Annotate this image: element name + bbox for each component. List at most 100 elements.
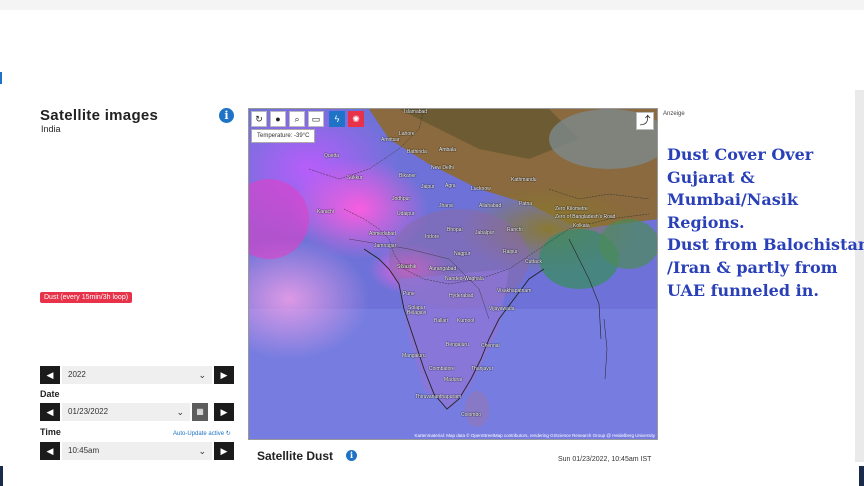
city-label: Nagpur	[454, 251, 471, 257]
city-label: Nanded-Waghala	[445, 276, 484, 282]
top-bar-strip	[0, 0, 864, 10]
city-label: Thanjavur	[471, 366, 494, 372]
chevron-down-icon: ⌄	[176, 407, 184, 417]
year-value: 2022	[68, 370, 86, 379]
time-prev-button[interactable]: ◀	[40, 442, 60, 460]
date-value: 01/23/2022	[68, 407, 109, 416]
bottom-accent-left	[0, 466, 3, 486]
city-label: Bengaluru	[446, 342, 469, 348]
city-label: Udaipur	[397, 211, 415, 217]
chevron-down-icon: ⌄	[198, 370, 206, 380]
temperature-readout: Temperature: -39°C	[251, 129, 316, 143]
city-label: Kurnool	[457, 318, 475, 324]
date-next-button[interactable]: ▶	[214, 403, 234, 421]
map-timestamp: Sun 01/23/2022, 10:45am IST	[558, 456, 652, 463]
side-accent	[0, 72, 2, 84]
zoom-icon[interactable]: ⌕	[289, 111, 305, 127]
city-label: Patna	[519, 201, 533, 207]
time-selector-row: ◀ 10:45am ⌄ ▶	[40, 442, 234, 460]
city-label: Bhopal	[447, 227, 463, 233]
year-selector-row: ◀ 2022 ⌄ ▶	[40, 366, 234, 384]
scrollbar[interactable]	[855, 90, 864, 462]
city-label: Jodhpur	[392, 196, 411, 202]
city-label: Jamnagar	[374, 243, 397, 249]
bottom-accent-right	[859, 466, 864, 486]
city-label: Hyderabad	[449, 293, 474, 299]
info-icon[interactable]: i	[346, 450, 357, 461]
annotation-line: Dust Cover Over	[667, 145, 814, 164]
auto-update-label: Auto-Update active	[173, 431, 225, 437]
time-label: Time	[40, 427, 61, 437]
city-label: Ahmedabad	[369, 231, 396, 237]
city-label: Jaipur	[421, 184, 435, 190]
city-label: Bathinda	[407, 149, 427, 155]
city-label: Agra	[445, 183, 456, 189]
city-label: Indore	[425, 234, 440, 240]
city-label: Thiruvananthapuram	[415, 394, 462, 400]
lightning-icon[interactable]: ϟ	[329, 111, 345, 127]
city-label: Vijayawada	[489, 306, 515, 312]
city-label: Bikaner	[399, 173, 416, 179]
auto-update-toggle[interactable]: Auto-Update active ↻	[173, 430, 231, 437]
city-label: Visakhapatnam	[497, 288, 532, 294]
page-title: Satellite images	[40, 107, 159, 124]
year-select[interactable]: 2022 ⌄	[62, 366, 212, 384]
layer-badge[interactable]: Dust (every 15min/3h loop)	[40, 292, 133, 303]
city-label: Kathmandu	[511, 177, 537, 183]
city-label: Raipur	[503, 249, 518, 255]
year-next-button[interactable]: ▶	[214, 366, 234, 384]
annotation-line: /Iran & partly from	[667, 257, 838, 277]
city-label: Ballari	[434, 318, 448, 324]
city-label: Jabalpur	[475, 230, 495, 236]
city-label: Chennai	[481, 343, 500, 349]
satellite-map[interactable]: ↻ ● ⌕ ▭ ϟ ✺ Temperature: -39°C ⤴ Islamab…	[248, 108, 658, 440]
city-label: Islamabad	[404, 109, 428, 115]
date-select[interactable]: 01/23/2022 ⌄	[62, 403, 190, 421]
location-pin-icon[interactable]: ●	[270, 111, 286, 127]
city-label: Allahabad	[479, 203, 502, 209]
date-prev-button[interactable]: ◀	[40, 403, 60, 421]
annotation-line: Mumbai/Nasik	[667, 190, 798, 210]
city-label: Jhansi	[439, 203, 454, 209]
highlight-label: Zero Kilometre	[555, 206, 588, 212]
city-label: Sukkur	[347, 175, 363, 181]
refresh-icon: ↻	[225, 431, 231, 437]
city-label: Madurai	[444, 377, 463, 383]
city-label: Pune	[403, 291, 415, 297]
info-icon[interactable]: i	[219, 108, 234, 123]
city-label: Coimbatore	[429, 366, 455, 372]
city-label: Lucknow	[471, 186, 491, 192]
city-label: Lahore	[399, 131, 415, 137]
share-icon[interactable]: ⤴	[636, 112, 654, 130]
city-label: Mangaluru	[402, 353, 426, 359]
annotation-line: Regions.	[667, 212, 745, 232]
city-label: Quetta	[324, 153, 340, 159]
time-select[interactable]: 10:45am ⌄	[62, 442, 212, 460]
city-label: Aurangabad	[429, 266, 457, 272]
ruler-icon[interactable]: ▭	[308, 111, 324, 127]
map-attribution: Kartenmaterial: Map data © OpenStreetMap…	[414, 433, 656, 438]
annotation-line: Gujarat &	[667, 167, 755, 187]
city-label: Cuttack	[525, 259, 542, 265]
date-label: Date	[40, 389, 60, 399]
annotation-text: Dust Cover Over Gujarat & Mumbai/Nasik R…	[667, 144, 864, 302]
city-label: Ambala	[439, 147, 456, 153]
chevron-down-icon: ⌄	[198, 446, 206, 456]
annotation-line: UAE funneled in.	[667, 280, 819, 300]
region-label: India	[41, 124, 61, 134]
city-label: Ranchi	[507, 227, 523, 233]
city-label: Amritsar	[381, 137, 400, 143]
city-label: Karachi	[317, 209, 334, 215]
time-next-button[interactable]: ▶	[214, 442, 234, 460]
hurricane-icon[interactable]: ✺	[348, 111, 364, 127]
satellite-imagery	[249, 109, 657, 439]
year-prev-button[interactable]: ◀	[40, 366, 60, 384]
refresh-icon[interactable]: ↻	[251, 111, 267, 127]
city-label: Colombo	[461, 412, 482, 418]
map-caption: Satellite Dust	[257, 449, 334, 463]
time-value: 10:45am	[68, 446, 100, 455]
calendar-icon[interactable]: ▦	[192, 403, 208, 421]
highlight-label: Zero of Bangladesh's Road	[555, 214, 616, 220]
date-selector-row: ◀ 01/23/2022 ⌄ ▦ ▶	[40, 403, 234, 421]
city-label: Kolkata	[573, 223, 590, 229]
